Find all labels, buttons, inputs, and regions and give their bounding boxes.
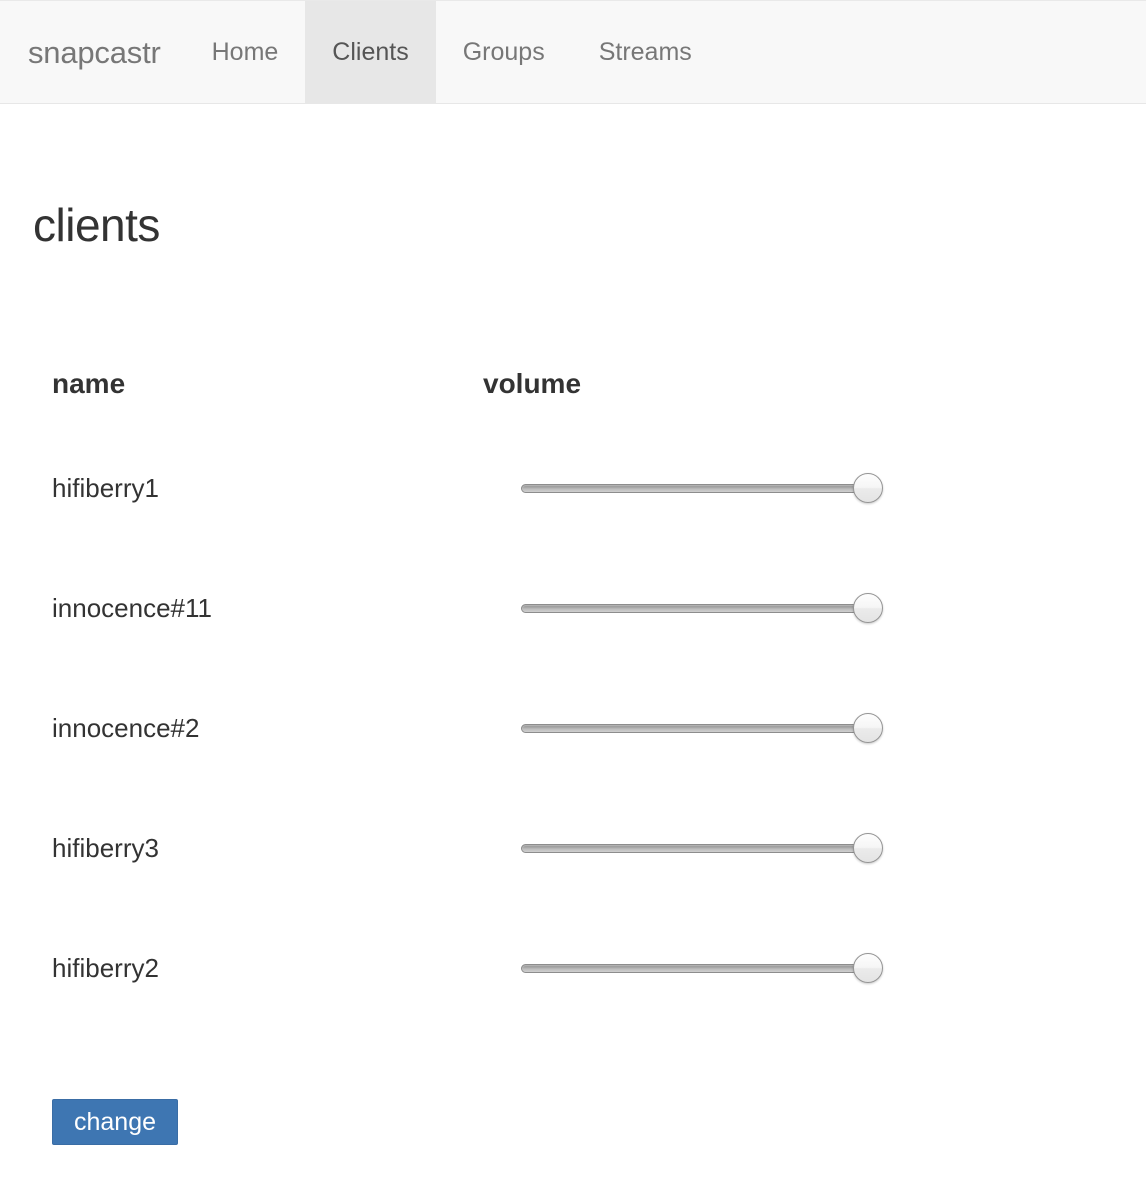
nav-item-groups[interactable]: Groups [436, 1, 572, 103]
volume-slider[interactable] [521, 953, 883, 983]
nav-item-home[interactable]: Home [185, 1, 306, 103]
nav-item-home-wrapper: Home [185, 1, 306, 103]
nav-links: Home Clients Groups Streams [185, 1, 719, 103]
client-name: innocence#11 [52, 592, 212, 623]
slider-thumb[interactable] [853, 713, 883, 743]
table-head: name volume [0, 368, 1146, 428]
column-header-volume: volume [483, 368, 582, 399]
slider-thumb[interactable] [853, 593, 883, 623]
volume-slider[interactable] [521, 473, 883, 503]
client-volume-cell [212, 668, 1146, 788]
client-volume-cell [212, 548, 1146, 668]
nav-item-clients[interactable]: Clients [305, 1, 436, 103]
client-volume-cell [212, 428, 1146, 548]
table-header-row: name volume [0, 368, 1146, 428]
table-row: innocence#11 [0, 548, 1146, 668]
slider-track[interactable] [521, 604, 867, 613]
nav-item-streams[interactable]: Streams [572, 1, 719, 103]
column-header-name: name [52, 368, 126, 399]
main-navbar: snapcastr Home Clients Groups Streams [0, 0, 1146, 104]
slider-track[interactable] [521, 724, 867, 733]
slider-track[interactable] [521, 964, 867, 973]
client-name: hifiberry3 [52, 832, 159, 863]
slider-thumb[interactable] [853, 953, 883, 983]
volume-slider[interactable] [521, 833, 883, 863]
client-volume-cell [212, 908, 1146, 1028]
volume-slider[interactable] [521, 713, 883, 743]
slider-track[interactable] [521, 484, 867, 493]
nav-item-streams-wrapper: Streams [572, 1, 719, 103]
client-name: hifiberry2 [52, 952, 159, 983]
client-name: innocence#2 [52, 712, 200, 743]
table-row: hifiberry2 [0, 908, 1146, 1028]
table-body: hifiberry1 innocence#11 innocence#2 hifi… [0, 428, 1146, 1028]
change-button[interactable]: change [52, 1099, 178, 1145]
nav-item-groups-wrapper: Groups [436, 1, 572, 103]
table-row: innocence#2 [0, 668, 1146, 788]
volume-slider[interactable] [521, 593, 883, 623]
table-row: hifiberry3 [0, 788, 1146, 908]
nav-item-clients-wrapper: Clients [305, 1, 436, 103]
slider-thumb[interactable] [853, 833, 883, 863]
client-name: hifiberry1 [52, 472, 159, 503]
brand-logo[interactable]: snapcastr [0, 1, 185, 103]
slider-track[interactable] [521, 844, 867, 853]
page-title: clients [33, 199, 160, 251]
slider-thumb[interactable] [853, 473, 883, 503]
clients-table: name volume hifiberry1 innocence#11 inno… [0, 368, 1146, 1028]
client-volume-cell [212, 788, 1146, 908]
table-row: hifiberry1 [0, 428, 1146, 548]
